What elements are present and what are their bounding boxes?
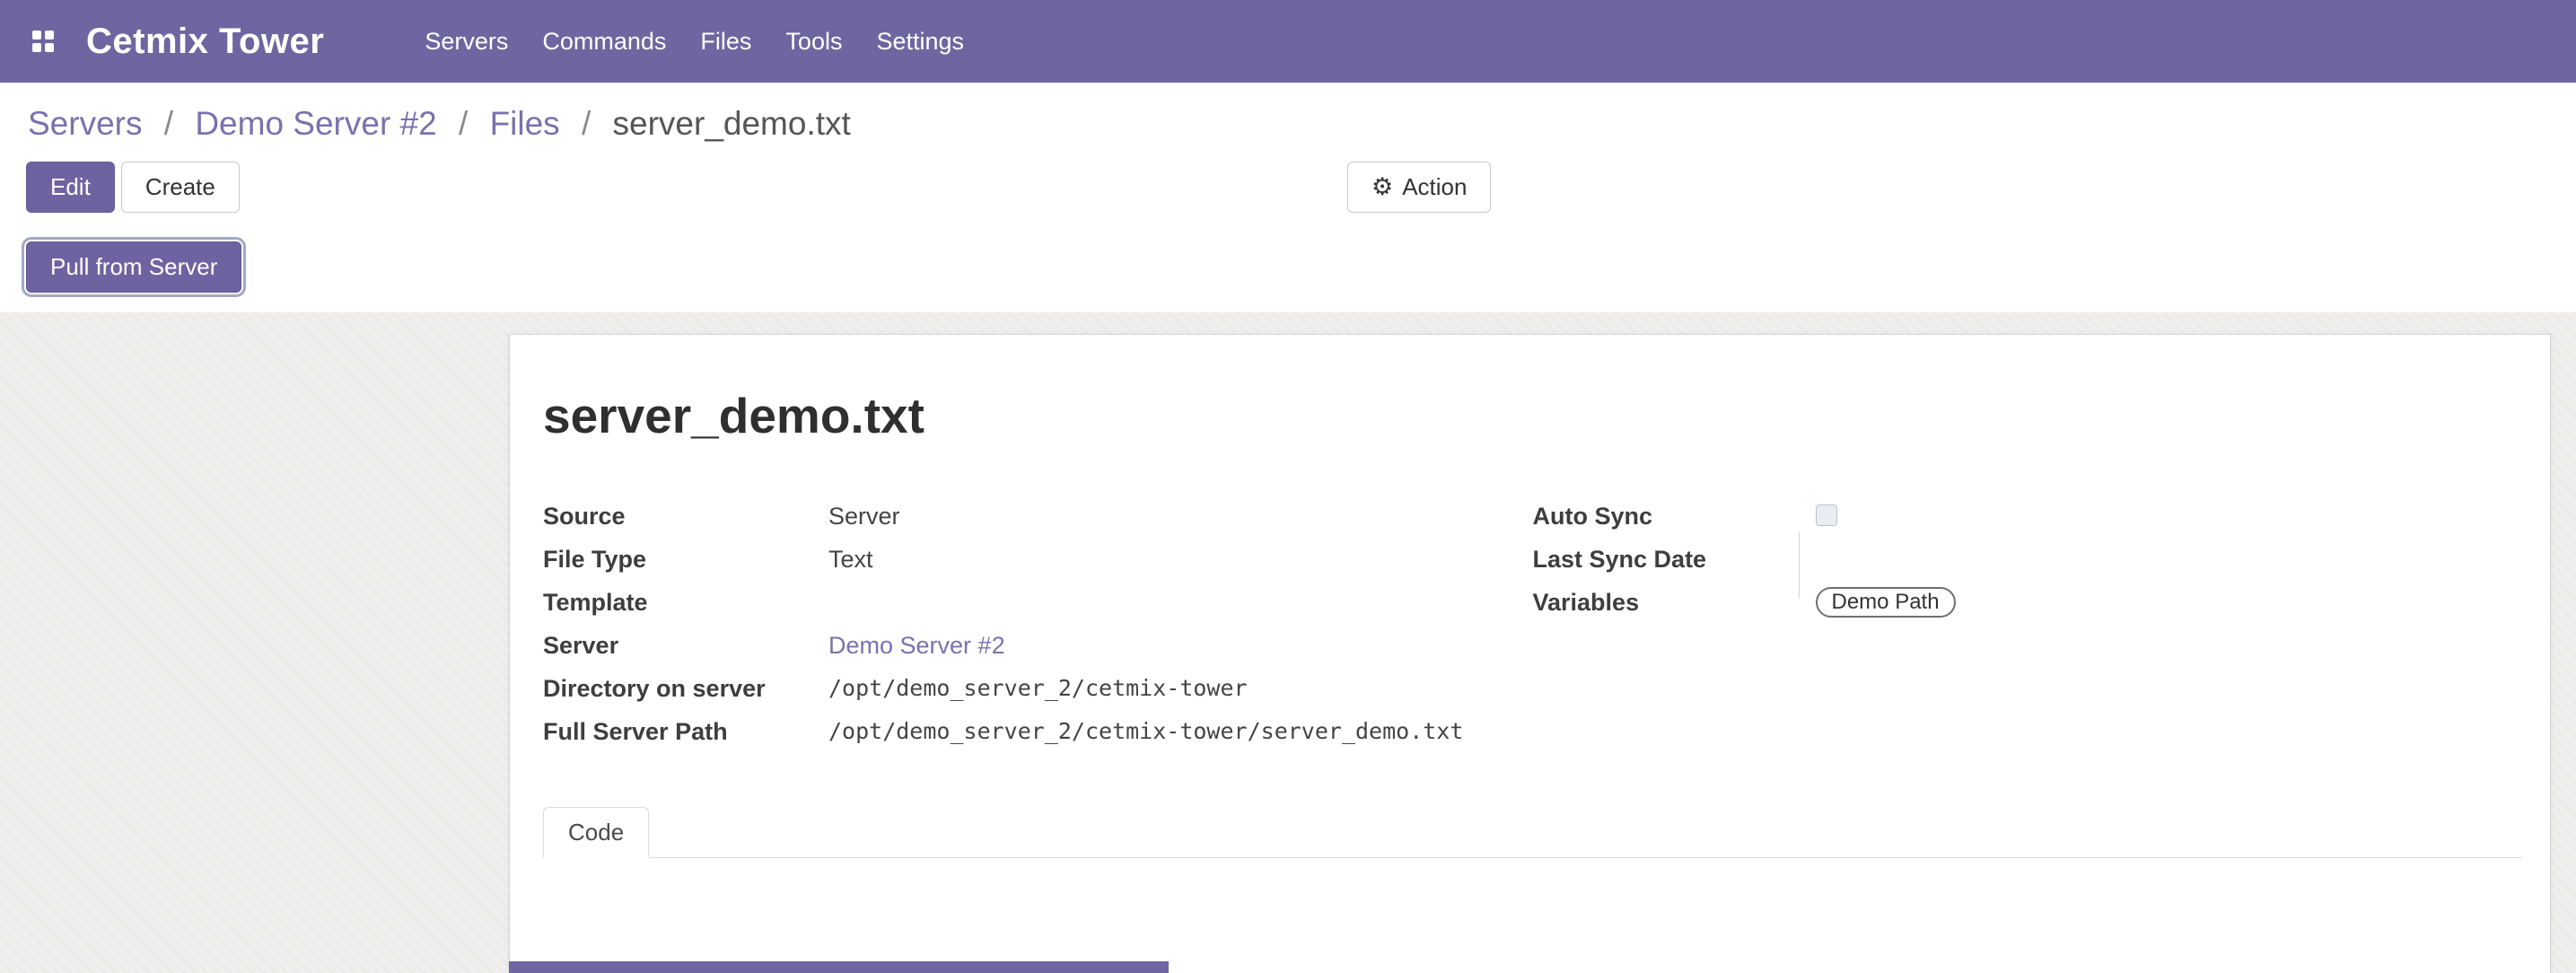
breadcrumb-separator: /	[164, 105, 173, 142]
field-row-auto-sync: Auto Sync	[1533, 499, 2523, 533]
control-panel: Servers / Demo Server #2 / Files / serve…	[0, 83, 2576, 312]
breadcrumb-separator: /	[582, 105, 591, 142]
field-value-directory: /opt/demo_server_2/cetmix-tower	[828, 671, 1248, 706]
edit-button[interactable]: Edit	[26, 162, 115, 213]
breadcrumb-link-files[interactable]: Files	[490, 105, 560, 142]
nav-item-settings[interactable]: Settings	[876, 28, 964, 56]
content-area: server_demo.txt Source Server File Type …	[0, 312, 2576, 973]
nav-item-commands[interactable]: Commands	[542, 28, 666, 56]
field-label-source: Source	[543, 499, 828, 533]
button-row: Edit Create ⚙ Action	[0, 162, 2576, 213]
record-title: server_demo.txt	[543, 386, 2522, 445]
brand-title[interactable]: Cetmix Tower	[86, 22, 324, 62]
nav-menu: Servers Commands Files Tools Settings	[425, 28, 964, 56]
field-column-left: Source Server File Type Text Template Se…	[543, 499, 1533, 758]
breadcrumb-link-servers[interactable]: Servers	[28, 105, 142, 142]
apps-grid-icon	[32, 31, 54, 52]
field-label-file-type: File Type	[543, 542, 828, 576]
breadcrumb: Servers / Demo Server #2 / Files / serve…	[0, 83, 2576, 144]
apps-menu-button[interactable]	[20, 18, 66, 65]
field-row-server: Server Demo Server #2	[543, 628, 1533, 662]
field-row-last-sync-date: Last Sync Date	[1533, 542, 2523, 576]
nav-item-tools[interactable]: Tools	[785, 28, 842, 56]
field-label-template: Template	[543, 585, 828, 619]
gear-icon: ⚙	[1371, 175, 1393, 199]
field-row-file-type: File Type Text	[543, 542, 1533, 576]
breadcrumb-link-demo-server[interactable]: Demo Server #2	[195, 105, 436, 142]
field-label-server: Server	[543, 628, 828, 662]
nav-item-files[interactable]: Files	[700, 28, 751, 56]
field-row-source: Source Server	[543, 499, 1533, 533]
code-editor-strip	[509, 961, 1169, 973]
field-column-right: Auto Sync Last Sync Date Variables Demo …	[1533, 499, 2523, 758]
form-sheet: server_demo.txt Source Server File Type …	[509, 334, 2551, 973]
field-row-template: Template	[543, 585, 1533, 619]
field-label-full-path: Full Server Path	[543, 714, 828, 749]
nav-item-servers[interactable]: Servers	[425, 28, 508, 56]
tab-bar: Code	[543, 807, 2522, 858]
auto-sync-checkbox	[1816, 504, 1837, 526]
breadcrumb-separator: /	[459, 105, 468, 142]
field-value-full-path: /opt/demo_server_2/cetmix-tower/server_d…	[828, 714, 1463, 749]
field-group: Source Server File Type Text Template Se…	[543, 499, 2522, 758]
server-record-link[interactable]: Demo Server #2	[828, 632, 1005, 659]
field-row-full-path: Full Server Path /opt/demo_server_2/cetm…	[543, 714, 1533, 749]
field-label-auto-sync: Auto Sync	[1533, 499, 1816, 533]
tab-code[interactable]: Code	[543, 807, 649, 858]
action-menu-label: Action	[1402, 162, 1467, 212]
pull-row: Pull from Server	[0, 241, 2576, 312]
top-nav: Cetmix Tower Servers Commands Files Tool…	[0, 0, 2576, 83]
field-label-last-sync-date: Last Sync Date	[1533, 542, 1816, 576]
field-row-directory: Directory on server /opt/demo_server_2/c…	[543, 671, 1533, 706]
action-menu-button[interactable]: ⚙ Action	[1347, 162, 1491, 213]
field-label-variables: Variables	[1533, 585, 1816, 619]
pull-from-server-button[interactable]: Pull from Server	[26, 241, 241, 293]
create-button[interactable]: Create	[121, 162, 240, 213]
field-label-directory: Directory on server	[543, 671, 828, 706]
notebook: Code	[543, 807, 2522, 858]
field-value-file-type: Text	[828, 542, 873, 576]
field-column-divider	[1799, 532, 1800, 599]
breadcrumb-current: server_demo.txt	[613, 105, 851, 142]
field-value-source: Server	[828, 499, 900, 533]
field-row-variables: Variables Demo Path	[1533, 585, 2523, 619]
variable-tag-demo-path: Demo Path	[1816, 587, 1956, 618]
